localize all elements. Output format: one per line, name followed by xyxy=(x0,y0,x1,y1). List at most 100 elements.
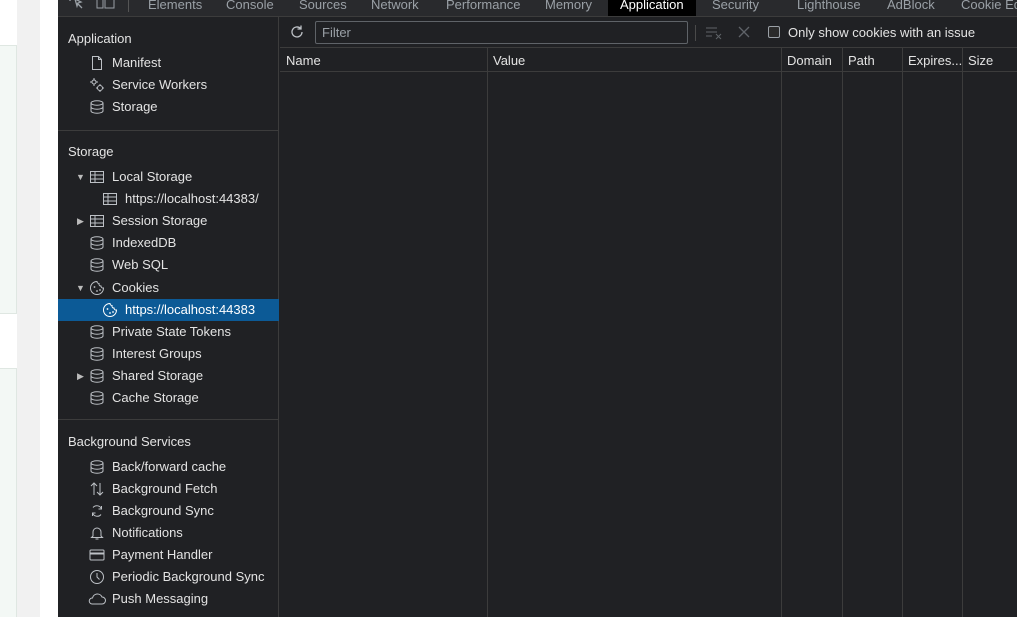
sidebar-item-payment-handler[interactable]: Payment Handler xyxy=(58,544,279,566)
sidebar-item-background-fetch[interactable]: Background Fetch xyxy=(58,478,279,500)
delete-selected-icon[interactable] xyxy=(736,24,752,40)
tab-sources[interactable]: Sources xyxy=(299,0,347,16)
sidebar-item-shared-storage[interactable]: ▶ Shared Storage xyxy=(58,365,279,387)
device-toolbar-icon[interactable] xyxy=(96,0,116,13)
tab-memory[interactable]: Memory xyxy=(545,0,592,16)
page-background xyxy=(0,0,40,617)
card-icon xyxy=(89,547,105,563)
cookies-table-header: Name Value Domain Path Expires... Size xyxy=(280,48,1017,72)
sidebar-item-label: Background Fetch xyxy=(112,481,218,496)
only-issue-label: Only show cookies with an issue xyxy=(788,25,976,40)
sidebar-item-background-sync[interactable]: Background Sync xyxy=(58,500,279,522)
expand-triangle-icon[interactable]: ▼ xyxy=(76,166,85,188)
section-divider xyxy=(58,419,279,420)
page-card xyxy=(0,313,17,369)
sidebar-item-label: IndexedDB xyxy=(112,235,177,250)
database-icon xyxy=(89,368,105,384)
database-icon xyxy=(89,235,105,251)
sidebar-item-web-sql[interactable]: Web SQL xyxy=(58,254,279,276)
collapse-triangle-icon[interactable]: ▶ xyxy=(77,365,84,387)
column-header-size[interactable]: Size xyxy=(962,48,1017,72)
filter-input[interactable] xyxy=(315,21,688,44)
sidebar-item-storage[interactable]: Storage xyxy=(58,96,279,118)
tab-network[interactable]: Network xyxy=(371,0,419,16)
tab-security[interactable]: Security xyxy=(712,0,759,16)
sidebar-item-label: Manifest xyxy=(112,55,162,70)
collapse-triangle-icon[interactable]: ▶ xyxy=(77,210,84,232)
sidebar-item-label: Cache Storage xyxy=(112,390,199,405)
cloud-icon xyxy=(87,591,106,607)
column-header-expires[interactable]: Expires... xyxy=(902,48,962,72)
sidebar-item-indexeddb[interactable]: IndexedDB xyxy=(58,232,279,254)
application-sidebar: Application Manifest Service Workers Sto… xyxy=(58,17,279,617)
tab-application[interactable]: Application xyxy=(608,0,696,16)
sidebar-item-push-messaging[interactable]: Push Messaging xyxy=(58,588,279,610)
expand-triangle-icon[interactable]: ▼ xyxy=(76,277,85,299)
table-icon xyxy=(102,191,118,207)
bell-icon xyxy=(89,525,105,541)
sidebar-item-periodic-background-sync[interactable]: Periodic Background Sync xyxy=(58,566,279,588)
database-icon xyxy=(89,390,105,406)
section-title-application: Application xyxy=(68,31,132,46)
table-icon xyxy=(89,213,105,229)
sidebar-item-back-forward-cache[interactable]: Back/forward cache xyxy=(58,456,279,478)
section-title-storage: Storage xyxy=(68,144,114,159)
sidebar-item-cache-storage[interactable]: Cache Storage xyxy=(58,387,279,409)
tab-lighthouse[interactable]: Lighthouse xyxy=(797,0,861,16)
sidebar-item-label: Notifications xyxy=(112,525,183,540)
devtools-tabbar: Elements Console Sources Network Perform… xyxy=(58,0,1017,17)
column-divider[interactable] xyxy=(842,48,843,617)
sidebar-item-label: https://localhost:44383/ xyxy=(125,191,259,206)
refresh-icon[interactable] xyxy=(288,23,306,41)
sidebar-item-label: Interest Groups xyxy=(112,346,202,361)
tab-elements[interactable]: Elements xyxy=(148,0,202,16)
column-header-path[interactable]: Path xyxy=(842,48,902,72)
document-icon xyxy=(89,55,105,71)
sidebar-item-local-storage[interactable]: ▼ Local Storage xyxy=(58,166,279,188)
clock-icon xyxy=(89,569,105,585)
sidebar-item-local-storage-origin[interactable]: https://localhost:44383/ xyxy=(58,188,279,210)
clear-all-icon[interactable] xyxy=(704,24,724,40)
sidebar-item-label: Shared Storage xyxy=(112,368,204,383)
sidebar-item-cookies[interactable]: ▼ Cookies xyxy=(58,277,279,299)
sidebar-item-manifest[interactable]: Manifest xyxy=(58,52,279,74)
sidebar-item-label: Storage xyxy=(112,99,158,114)
sidebar-item-label: Cookies xyxy=(112,280,159,295)
sidebar-item-session-storage[interactable]: ▶ Session Storage xyxy=(58,210,279,232)
database-icon xyxy=(89,257,105,273)
cookie-icon xyxy=(89,280,105,296)
section-divider xyxy=(58,130,279,131)
inspect-element-icon[interactable] xyxy=(68,0,84,13)
tab-cookie-editor[interactable]: Cookie Ed xyxy=(961,0,1017,16)
column-header-value[interactable]: Value xyxy=(487,48,781,72)
sidebar-item-label: Push Messaging xyxy=(112,591,209,606)
column-header-domain[interactable]: Domain xyxy=(781,48,842,72)
cookies-panel: Only show cookies with an issue Name Val… xyxy=(280,17,1017,617)
sidebar-item-service-workers[interactable]: Service Workers xyxy=(58,74,279,96)
only-issue-checkbox[interactable] xyxy=(768,26,780,38)
column-header-name[interactable]: Name xyxy=(280,48,487,72)
database-icon xyxy=(89,459,105,475)
tabbar-divider xyxy=(128,0,129,12)
sidebar-item-label: Background Sync xyxy=(112,503,214,518)
tab-adblock[interactable]: AdBlock xyxy=(887,0,935,16)
sidebar-item-cookies-origin[interactable]: https://localhost:44383 xyxy=(58,299,279,321)
page-gutter xyxy=(17,0,40,617)
arrows-updown-icon xyxy=(89,481,105,497)
sidebar-item-notifications[interactable]: Notifications xyxy=(58,522,279,544)
sidebar-item-interest-groups[interactable]: Interest Groups xyxy=(58,343,279,365)
sidebar-item-label: https://localhost:44383 xyxy=(125,302,256,317)
tab-performance[interactable]: Performance xyxy=(446,0,520,16)
column-divider[interactable] xyxy=(962,48,963,617)
column-divider[interactable] xyxy=(487,48,488,617)
sidebar-item-label: Local Storage xyxy=(112,169,193,184)
tab-console[interactable]: Console xyxy=(226,0,274,16)
sidebar-item-label: Periodic Background Sync xyxy=(112,569,265,584)
sync-icon xyxy=(89,503,105,519)
column-divider[interactable] xyxy=(902,48,903,617)
sidebar-item-label: Service Workers xyxy=(112,77,208,92)
column-divider[interactable] xyxy=(781,48,782,617)
sidebar-item-private-state-tokens[interactable]: Private State Tokens xyxy=(58,321,279,343)
gears-icon xyxy=(89,77,105,93)
table-icon xyxy=(89,169,105,185)
